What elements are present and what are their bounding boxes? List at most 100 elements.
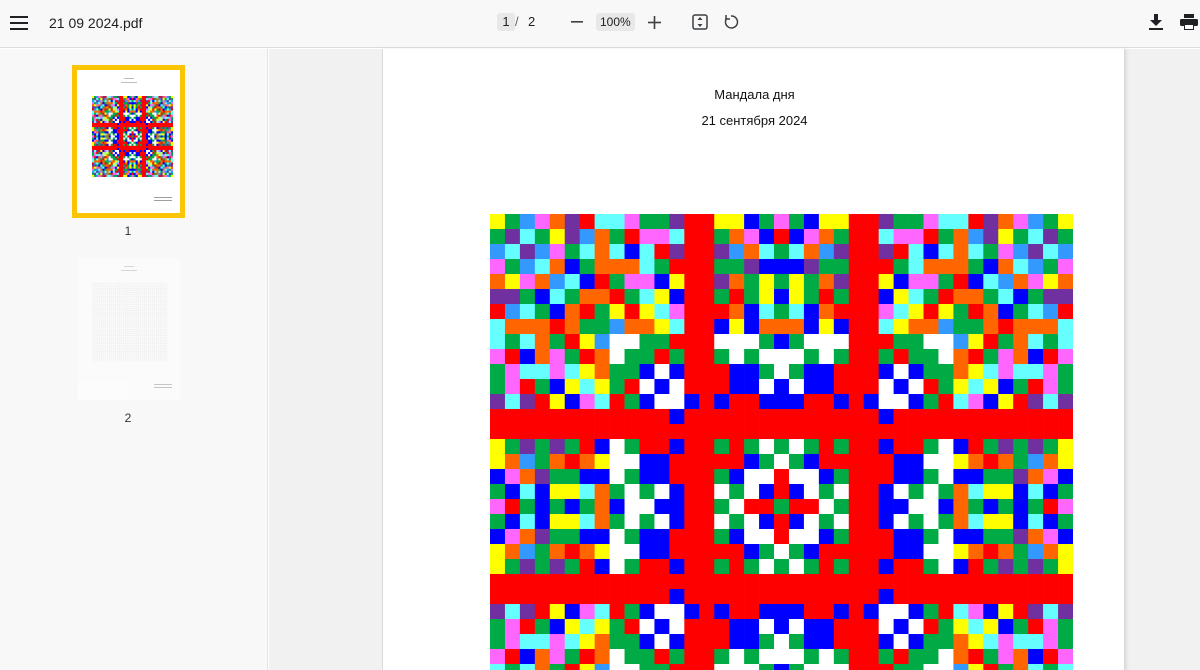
mandala-cell: [504, 484, 521, 500]
mandala-cell: [818, 604, 835, 620]
mandala-cell: [833, 259, 850, 275]
mandala-cell: [125, 102, 128, 105]
mandala-cell: [1058, 484, 1073, 500]
mandala-cell: [102, 168, 105, 172]
mandala-cell: [1028, 514, 1044, 530]
mandala-cell: [119, 114, 122, 118]
current-page-input[interactable]: 1: [497, 13, 515, 31]
mandala-cell: [158, 106, 161, 109]
mandala-cell: [108, 172, 111, 176]
mandala-cell: [158, 102, 161, 105]
mandala-cell: [127, 174, 130, 177]
mandala-cell: [833, 454, 850, 470]
mandala-cell: [150, 127, 153, 130]
mandala-cell: [106, 123, 109, 126]
hamburger-menu-icon[interactable]: [6, 10, 32, 36]
mandala-cell: [141, 160, 145, 163]
rotate-button[interactable]: [721, 11, 741, 33]
page-thumbnail-2[interactable]: [78, 258, 180, 400]
mandala-cell: [1058, 529, 1073, 545]
mandala-cell: [129, 123, 132, 126]
mandala-cell: [156, 137, 159, 140]
mandala-cell: [102, 170, 105, 174]
mandala-cell: [699, 544, 715, 560]
mandala-cell: [146, 120, 149, 124]
mandala-cell: [94, 172, 97, 176]
mandala-cell: [788, 619, 805, 635]
mandala-cell: [98, 131, 101, 134]
mandala-cell: [684, 379, 700, 395]
mandala-cell: [594, 334, 610, 350]
page-thumbnail-1[interactable]: [72, 65, 185, 218]
document-viewer[interactable]: Мандала дня 21 сентября 2024: [269, 49, 1200, 670]
zoom-level-input[interactable]: 100%: [596, 13, 635, 31]
mandala-cell: [139, 127, 143, 130]
mandala-cell: [131, 164, 134, 167]
mandala-cell: [116, 127, 120, 130]
mandala-cell: [654, 259, 670, 275]
mandala-cell: [490, 634, 506, 650]
mandala-cell: [699, 649, 715, 665]
mandala-cell: [129, 135, 132, 138]
mandala-cell: [129, 131, 132, 134]
mandala-cell: [125, 114, 128, 118]
mandala-cell: [519, 589, 536, 605]
mandala-cell: [98, 168, 101, 172]
mandala-cell: [549, 559, 566, 575]
mandala-cell: [669, 469, 685, 485]
mandala-cell: [162, 104, 165, 107]
mandala-cell: [168, 174, 172, 177]
mandala-cell: [564, 394, 580, 410]
mandala-cell: [833, 409, 850, 425]
mandala-cell: [938, 439, 954, 455]
mandala-cell: [129, 168, 132, 172]
mandala-cell: [112, 131, 116, 134]
mandala-cell: [594, 229, 610, 245]
mandala-cell: [92, 125, 95, 128]
mandala-cell: [154, 135, 157, 138]
mandala-cell: [938, 589, 954, 605]
mandala-cell: [938, 634, 954, 650]
mandala-cell: [654, 634, 670, 650]
mandala-cell: [94, 98, 97, 101]
mandala-cell: [878, 379, 894, 395]
mandala-cell: [154, 141, 157, 145]
mandala-cell: [788, 574, 805, 590]
mandala-cell: [519, 484, 536, 500]
fit-page-button[interactable]: [690, 11, 710, 33]
mandala-cell: [152, 166, 155, 169]
mandala-cell: [98, 137, 101, 140]
mandala-cell: [129, 154, 132, 157]
mandala-cell: [112, 114, 116, 118]
mandala-cell: [143, 118, 147, 122]
mandala-cell: [146, 102, 149, 105]
mandala-cell: [152, 174, 155, 177]
mandala-cell: [818, 469, 835, 485]
mandala-cell: [639, 529, 655, 545]
mandala-cell: [774, 439, 790, 455]
thumbnail-footer-line: [154, 197, 172, 198]
mandala-cell: [156, 141, 159, 145]
mandala-cell: [923, 379, 939, 395]
print-button[interactable]: [1178, 11, 1200, 33]
mandala-cell: [164, 114, 168, 118]
mandala-cell: [112, 120, 116, 124]
mandala-cell: [564, 559, 580, 575]
mandala-cell: [878, 649, 894, 665]
mandala-cell: [152, 114, 155, 118]
mandala-cell: [549, 499, 566, 515]
mandala-cell: [1058, 214, 1073, 230]
mandala-cell: [953, 589, 969, 605]
mandala-cell: [1013, 424, 1029, 440]
zoom-in-button[interactable]: [645, 12, 663, 32]
mandala-cell: [684, 484, 700, 500]
zoom-out-button[interactable]: [568, 12, 586, 32]
mandala-cell: [106, 102, 109, 105]
mandala-cell: [998, 319, 1014, 335]
mandala-cell: [759, 424, 775, 440]
mandala-cell: [818, 409, 835, 425]
mandala-cell: [923, 214, 939, 230]
download-button[interactable]: [1146, 11, 1166, 33]
mandala-cell: [938, 244, 954, 260]
mandala-cell: [833, 664, 850, 670]
